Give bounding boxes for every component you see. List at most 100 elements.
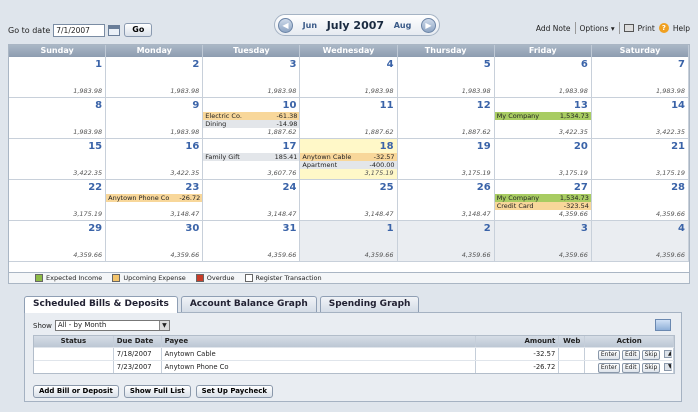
day-number[interactable]: 23: [185, 182, 199, 193]
day-number[interactable]: 27: [574, 182, 588, 193]
edit-button[interactable]: Edit: [621, 350, 640, 360]
day-number[interactable]: 7: [678, 59, 685, 70]
day-cell[interactable]: 20 3,175.19: [494, 139, 592, 180]
calendar-event-income[interactable]: My Company 1,534.73: [494, 112, 591, 120]
day-cell[interactable]: 30 4,359.66: [106, 221, 204, 262]
calendar-icon[interactable]: [108, 24, 121, 36]
table-row[interactable]: 7/23/2007 Anytown Phone Co -26.72 Enter Edit…: [34, 360, 674, 373]
go-button[interactable]: Go: [124, 23, 153, 37]
calendar-event-income[interactable]: My Company 1,534.73: [494, 194, 591, 202]
calendar-event-expense[interactable]: Anytown Cable -32.57: [300, 153, 397, 161]
day-cell[interactable]: 7 1,983.98: [591, 57, 689, 98]
day-number[interactable]: 9: [192, 100, 199, 111]
day-number[interactable]: 8: [95, 100, 102, 111]
day-number[interactable]: 1: [387, 223, 394, 234]
calendar-event-expense[interactable]: Electric Co. -61.38: [203, 112, 300, 120]
day-number[interactable]: 11: [380, 100, 394, 111]
enter-button[interactable]: Enter: [597, 363, 620, 373]
scroll-down-icon[interactable]: ▼: [664, 363, 672, 371]
day-number[interactable]: 1: [95, 59, 102, 70]
day-cell[interactable]: 21 3,175.19: [591, 139, 689, 180]
day-cell[interactable]: 24 3,148.47: [203, 180, 301, 221]
day-cell[interactable]: 2 1,983.98: [106, 57, 204, 98]
day-number[interactable]: 14: [671, 100, 685, 111]
skip-button[interactable]: Skip: [641, 350, 661, 360]
day-cell[interactable]: 4 1,983.98: [300, 57, 398, 98]
day-cell[interactable]: 18 Anytown Cable -32.57 Apartment -400.00 3,1…: [300, 139, 398, 180]
add-note-button[interactable]: Add Note: [536, 24, 571, 33]
day-cell[interactable]: 27 My Company 1,534.73 Credit Card -323.54 4,…: [494, 180, 592, 221]
day-cell[interactable]: 15 3,422.35: [9, 139, 107, 180]
day-cell[interactable]: 4 4,359.66: [591, 221, 689, 262]
day-cell[interactable]: 14 3,422.35: [591, 98, 689, 139]
day-cell[interactable]: 10 Electric Co. -61.38 Dining -14.98 1,887.62: [203, 98, 301, 139]
day-cell[interactable]: 25 3,148.47: [300, 180, 398, 221]
scroll-up-icon[interactable]: ▲: [664, 350, 672, 358]
set-up-paycheck-button[interactable]: Set Up Paycheck: [195, 385, 274, 398]
tab-account-balance-graph[interactable]: Account Balance Graph: [180, 296, 317, 312]
col-amount[interactable]: Amount: [476, 336, 560, 347]
tab-spending-graph[interactable]: Spending Graph: [319, 296, 420, 312]
day-cell[interactable]: 5 1,983.98: [397, 57, 495, 98]
day-number[interactable]: 26: [477, 182, 491, 193]
day-cell[interactable]: 16 3,422.35: [106, 139, 204, 180]
day-number[interactable]: 12: [477, 100, 491, 111]
day-cell[interactable]: 1 1,983.98: [9, 57, 107, 98]
add-bill-or-deposit-button[interactable]: Add Bill or Deposit: [33, 385, 119, 398]
day-number[interactable]: 5: [484, 59, 491, 70]
day-cell[interactable]: 1 4,359.66: [300, 221, 398, 262]
day-number[interactable]: 4: [678, 223, 685, 234]
calendar-event-register[interactable]: Apartment -400.00: [300, 161, 397, 169]
day-number[interactable]: 17: [283, 141, 297, 152]
day-number[interactable]: 25: [380, 182, 394, 193]
calendar-event-expense[interactable]: Anytown Phone Co -26.72: [106, 194, 203, 202]
day-cell[interactable]: 26 3,148.47: [397, 180, 495, 221]
print-button[interactable]: Print: [638, 24, 655, 33]
skip-button[interactable]: Skip: [641, 363, 661, 373]
day-cell[interactable]: 3 1,983.98: [203, 57, 301, 98]
next-month-icon[interactable]: ▶: [421, 17, 436, 33]
day-number[interactable]: 30: [185, 223, 199, 234]
day-cell[interactable]: 13 My Company 1,534.73 3,422.35: [494, 98, 592, 139]
day-number[interactable]: 13: [574, 100, 588, 111]
help-button[interactable]: Help: [673, 24, 690, 33]
export-icon[interactable]: [655, 319, 671, 331]
printer-icon[interactable]: [623, 24, 634, 32]
day-number[interactable]: 2: [484, 223, 491, 234]
col-web[interactable]: Web: [559, 336, 586, 347]
day-number[interactable]: 3: [581, 223, 588, 234]
day-number[interactable]: 10: [283, 100, 297, 111]
help-icon[interactable]: ?: [658, 23, 669, 33]
day-number[interactable]: 22: [88, 182, 102, 193]
day-number[interactable]: 6: [581, 59, 588, 70]
day-number[interactable]: 28: [671, 182, 685, 193]
day-cell[interactable]: 29 4,359.66: [9, 221, 107, 262]
day-cell[interactable]: 6 1,983.98: [494, 57, 592, 98]
options-menu[interactable]: Options ▾: [580, 24, 615, 33]
day-number[interactable]: 16: [185, 141, 199, 152]
show-full-list-button[interactable]: Show Full List: [123, 385, 191, 398]
day-cell[interactable]: 28 4,359.66: [591, 180, 689, 221]
table-row[interactable]: 7/18/2007 Anytown Cable -32.57 Enter Edit Ski…: [34, 347, 674, 360]
goto-date-input[interactable]: 7/1/2007: [53, 23, 106, 37]
calendar-event-register[interactable]: Dining -14.98: [203, 120, 300, 128]
col-due-date[interactable]: Due Date: [114, 336, 162, 347]
day-number[interactable]: 2: [192, 59, 199, 70]
next-month-link[interactable]: Aug: [394, 21, 412, 30]
tab-scheduled-bills-deposits[interactable]: Scheduled Bills & Deposits: [24, 296, 178, 313]
day-cell[interactable]: 19 3,175.19: [397, 139, 495, 180]
calendar-event-register[interactable]: Family Gift 185.41: [203, 153, 300, 161]
day-cell[interactable]: 31 4,359.66: [203, 221, 301, 262]
prev-month-link[interactable]: Jun: [303, 21, 317, 30]
day-number[interactable]: 15: [88, 141, 102, 152]
day-cell[interactable]: 11 1,887.62: [300, 98, 398, 139]
enter-button[interactable]: Enter: [597, 350, 620, 360]
show-select[interactable]: All - by Month ▼: [54, 320, 170, 331]
day-number[interactable]: 21: [671, 141, 685, 152]
day-cell[interactable]: 12 1,887.62: [397, 98, 495, 139]
day-number[interactable]: 18: [380, 141, 394, 152]
day-number[interactable]: 20: [574, 141, 588, 152]
day-cell[interactable]: 8 1,983.98: [9, 98, 107, 139]
day-number[interactable]: 3: [289, 59, 296, 70]
col-status[interactable]: Status: [34, 336, 114, 347]
